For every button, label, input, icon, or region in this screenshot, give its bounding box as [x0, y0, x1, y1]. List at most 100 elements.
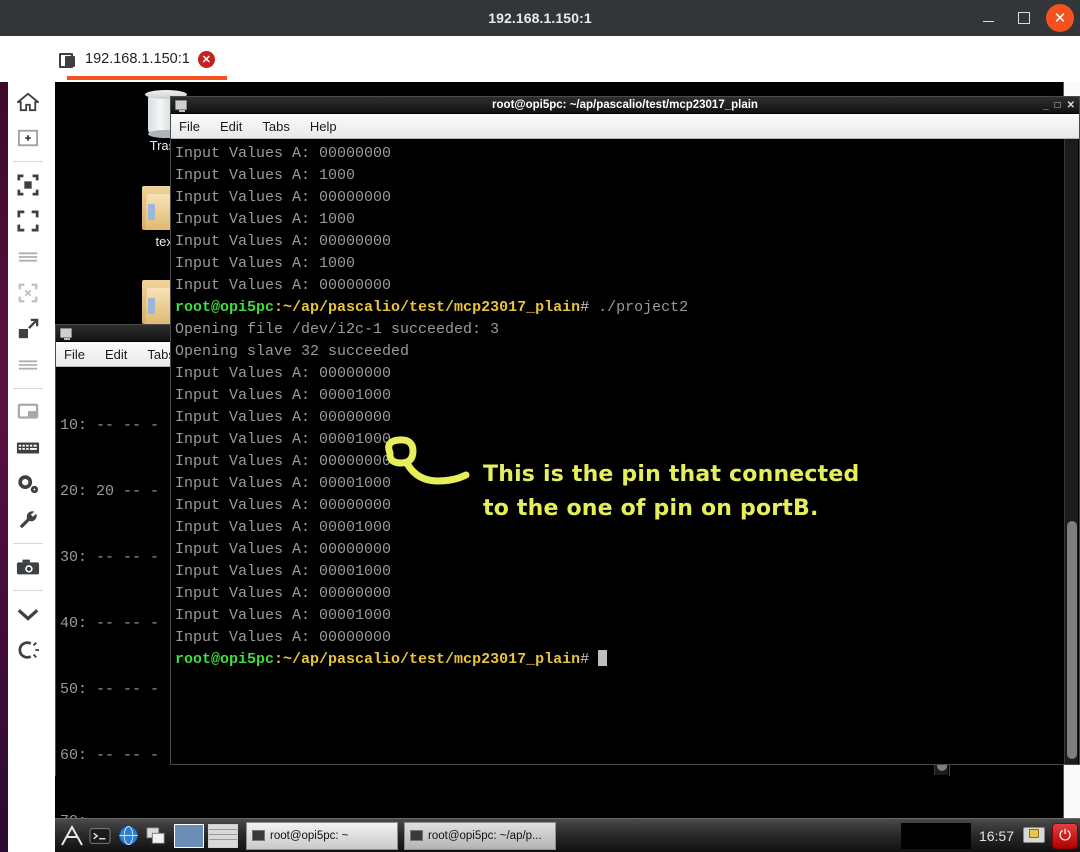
- terminal-line: Opening slave 32 succeeded: [175, 343, 410, 360]
- fullscreen-icon[interactable]: [0, 203, 55, 239]
- divider: [12, 161, 43, 162]
- terminal-line: Input Values A: 00000000: [175, 585, 392, 602]
- terminal-window-icon: [252, 830, 265, 841]
- broken-link-icon[interactable]: [0, 632, 55, 668]
- browser-window-title: 192.168.1.150:1: [488, 10, 592, 26]
- terminal-window-icon: [410, 830, 423, 841]
- terminal-line: Input Values A: 1000: [175, 167, 356, 184]
- scale-down-icon[interactable]: [0, 275, 55, 311]
- terminal-line: Input Values A: 00000000: [175, 629, 392, 646]
- browser-tab-label: 192.168.1.150:1: [85, 51, 190, 67]
- terminal-line: Input Values A: 00000000: [175, 409, 392, 426]
- divider-3: [12, 543, 43, 544]
- terminal-line: Input Values A: 00001000: [175, 475, 392, 492]
- main-terminal-title-bar[interactable]: root@opi5pc: ~/ap/pascalio/test/mcp23017…: [171, 97, 1079, 114]
- terminal-line: Input Values A: 00000000: [175, 145, 392, 162]
- browser-window-controls: ✕: [971, 0, 1074, 36]
- maximize-button[interactable]: □: [1055, 100, 1061, 111]
- main-terminal-scrollbar[interactable]: [1064, 139, 1078, 764]
- workspace-pager-2[interactable]: [208, 823, 238, 848]
- menu-edit[interactable]: Edit: [105, 347, 127, 362]
- divider-4: [12, 590, 43, 591]
- taskbar-task-label: root@opi5pc: ~: [270, 829, 349, 842]
- maximize-button[interactable]: [1007, 0, 1041, 36]
- prompt-sigil: #: [580, 299, 590, 316]
- minimize-button[interactable]: _: [1043, 100, 1049, 111]
- list-2-icon[interactable]: [0, 347, 55, 383]
- terminal-icon[interactable]: [87, 822, 113, 850]
- new-window-icon[interactable]: [0, 120, 55, 156]
- terminal-app-icon: [175, 100, 187, 112]
- terminal-cursor: [598, 650, 608, 666]
- prompt-path: :~/ap/pascalio/test/mcp23017_plain: [274, 299, 581, 316]
- prompt-path: :~/ap/pascalio/test/mcp23017_plain: [274, 651, 581, 668]
- main-terminal-menu-bar: File Edit Tabs Help: [171, 114, 1079, 139]
- wrench-icon[interactable]: [0, 502, 55, 538]
- taskbar-launchers: [57, 822, 240, 850]
- lock-screen-icon[interactable]: [1022, 824, 1046, 848]
- terminal-line: Input Values A: 00001000: [175, 431, 392, 448]
- menu-edit[interactable]: Edit: [220, 119, 242, 134]
- main-terminal-output[interactable]: Input Values A: 00000000 Input Values A: …: [171, 139, 1079, 671]
- browser-title-bar: 192.168.1.150:1 ✕: [0, 0, 1080, 36]
- tab-active-underline: [67, 76, 227, 80]
- terminal-line: Input Values A: 00000000: [175, 189, 392, 206]
- chevron-down-icon[interactable]: [0, 596, 55, 632]
- close-button[interactable]: ✕: [1067, 100, 1075, 111]
- browser-globe-icon[interactable]: [115, 822, 141, 850]
- menu-tabs[interactable]: Tabs: [262, 119, 289, 134]
- settings-gear-icon[interactable]: [0, 466, 55, 502]
- terminal-line: Input Values A: 00001000: [175, 387, 392, 404]
- terminal-line: Opening file /dev/i2c-1 succeeded: 3: [175, 321, 500, 338]
- workspace-pager-1[interactable]: [174, 823, 204, 848]
- fit-window-icon[interactable]: [0, 167, 55, 203]
- terminal-line: Input Values A: 00000000: [175, 365, 392, 382]
- prompt-user: root@opi5pc: [175, 651, 275, 668]
- taskbar-task-label: root@opi5pc: ~/ap/p...: [428, 829, 542, 842]
- terminal-line: Input Values A: 00000000: [175, 277, 392, 294]
- taskbar-task-2[interactable]: root@opi5pc: ~/ap/p...: [404, 821, 556, 850]
- main-terminal-window-controls: _ □ ✕: [1043, 97, 1075, 114]
- close-button[interactable]: ✕: [1046, 4, 1074, 32]
- menu-arrow-icon[interactable]: [59, 822, 85, 850]
- desktop-wallpaper-strip: [0, 82, 8, 852]
- list-icon[interactable]: [0, 239, 55, 275]
- divider-2: [12, 388, 43, 389]
- windows-icon[interactable]: [143, 822, 169, 850]
- taskbar-clock[interactable]: 16:57: [979, 828, 1014, 844]
- prompt-sigil: #: [580, 651, 590, 668]
- terminal-line: Input Values A: 00000000: [175, 541, 392, 558]
- menu-help[interactable]: Help: [310, 119, 337, 134]
- terminal-line: Input Values A: 00001000: [175, 519, 392, 536]
- main-terminal-window[interactable]: root@opi5pc: ~/ap/pascalio/test/mcp23017…: [170, 96, 1080, 765]
- scrollbar-thumb[interactable]: [1067, 521, 1077, 759]
- menu-file[interactable]: File: [64, 347, 85, 362]
- terminal-app-icon: [60, 328, 72, 340]
- picture-in-picture-icon[interactable]: [0, 394, 55, 430]
- terminal-line: Input Values A: 00000000: [175, 233, 392, 250]
- screen-share-icon: [59, 50, 77, 68]
- keyboard-icon[interactable]: [0, 430, 55, 466]
- power-button-icon[interactable]: ⏻: [1052, 822, 1078, 849]
- taskbar-task-1[interactable]: root@opi5pc: ~: [246, 821, 398, 850]
- close-icon[interactable]: ✕: [197, 50, 215, 68]
- minimize-button[interactable]: [971, 0, 1005, 36]
- tray-placeholder: [900, 822, 971, 849]
- terminal-line: Input Values A: 00000000: [175, 497, 392, 514]
- remote-desktop[interactable]: Trash text File Edit Tabs 10: -- -- - 20…: [55, 82, 1080, 852]
- home-icon[interactable]: [0, 84, 55, 120]
- expand-icon[interactable]: [0, 311, 55, 347]
- taskbar: root@opi5pc: ~ root@opi5pc: ~/ap/p... 16…: [55, 818, 1080, 852]
- prompt-user: root@opi5pc: [175, 299, 275, 316]
- vnc-sidebar: [0, 36, 55, 852]
- menu-file[interactable]: File: [179, 119, 200, 134]
- terminal-line: Input Values A: 00001000: [175, 607, 392, 624]
- terminal-line: Input Values A: 1000: [175, 255, 356, 272]
- terminal-prompt-line: root@opi5pc:~/ap/pascalio/test/mcp23017_…: [175, 297, 1079, 319]
- camera-icon[interactable]: [0, 549, 55, 585]
- terminal-prompt-line: root@opi5pc:~/ap/pascalio/test/mcp23017_…: [175, 649, 1079, 671]
- terminal-line: Input Values A: 00001000: [175, 563, 392, 580]
- prompt-command: ./project2: [589, 299, 689, 316]
- terminal-line: Input Values A: 00000000: [175, 453, 392, 470]
- main-terminal-title: root@opi5pc: ~/ap/pascalio/test/mcp23017…: [492, 99, 758, 111]
